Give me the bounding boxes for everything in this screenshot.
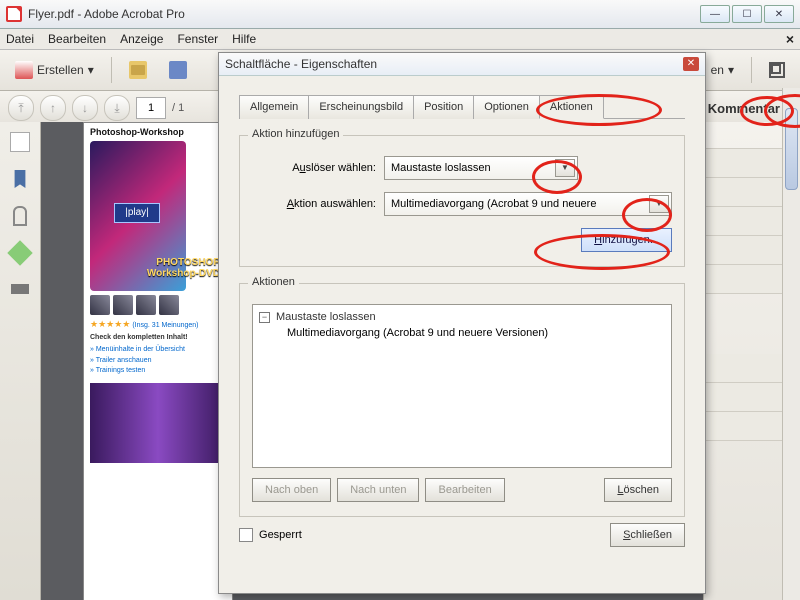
tab-options[interactable]: Optionen (473, 95, 540, 119)
layers-icon[interactable] (7, 240, 32, 265)
group-add-legend: Aktion hinzufügen (248, 128, 343, 140)
attachments-icon[interactable] (13, 206, 27, 226)
menu-view[interactable]: Anzeige (120, 32, 163, 46)
vertical-scrollbar[interactable] (782, 88, 800, 600)
dialog-close-button[interactable]: ✕ (683, 57, 699, 71)
lang-dropdown[interactable]: en ▾ (704, 55, 741, 85)
move-up-button[interactable]: Nach oben (252, 478, 331, 502)
page-down-button[interactable]: ↓ (72, 95, 98, 121)
action-select[interactable]: Multimediavorgang (Acrobat 9 und neuere … (384, 192, 672, 216)
scrollbar-thumb[interactable] (785, 108, 798, 190)
dialog-tabs: Allgemein Erscheinungsbild Position Opti… (239, 94, 685, 119)
trigger-select[interactable]: Maustaste loslassen ▼ (384, 156, 578, 180)
collapse-icon[interactable]: − (259, 312, 270, 323)
floppy-icon (169, 61, 187, 79)
save-button[interactable] (162, 55, 194, 85)
add-action-button[interactable]: Hinzufügen... (581, 228, 672, 252)
app-icon (6, 6, 22, 22)
edit-action-button[interactable]: Bearbeiten (425, 478, 504, 502)
chevron-down-icon: ▾ (88, 63, 94, 77)
minimize-button[interactable]: — (700, 5, 730, 23)
close-document-button[interactable]: × (786, 31, 794, 47)
menu-file[interactable]: Datei (6, 32, 34, 46)
thumbnails-icon[interactable] (10, 132, 30, 152)
play-button-graphic: |play| (114, 203, 160, 223)
menu-window[interactable]: Fenster (177, 32, 218, 46)
chevron-down-icon: ▼ (649, 195, 669, 213)
window-title: Flyer.pdf - Adobe Acrobat Pro (28, 7, 185, 21)
doc-link-1[interactable]: » Menüinhalte in der Übersicht (90, 345, 226, 356)
left-nav-rail (0, 122, 41, 600)
group-add-action: Aktion hinzufügen Auslöser wählen: Maust… (239, 135, 685, 267)
thumbnail-row (90, 295, 226, 315)
menubar: Datei Bearbeiten Anzeige Fenster Hilfe × (0, 29, 800, 50)
tab-position[interactable]: Position (413, 95, 474, 119)
locked-label: Gesperrt (259, 529, 302, 541)
doc-heading: Photoshop-Workshop (90, 127, 226, 137)
doc-link-3[interactable]: » Trainings testen (90, 366, 226, 377)
create-pdf-icon (15, 61, 33, 79)
move-down-button[interactable]: Nach unten (337, 478, 419, 502)
tab-general[interactable]: Allgemein (239, 95, 309, 119)
chevron-down-icon: ▼ (555, 159, 575, 177)
check-heading: Check den kompletten Inhalt! (90, 334, 226, 341)
chevron-down-icon: ▾ (728, 63, 734, 77)
dialog-titlebar: Schaltfläche - Eigenschaften ✕ (219, 53, 705, 76)
group-list-legend: Aktionen (248, 276, 299, 288)
delete-action-button[interactable]: Löschen (604, 478, 672, 502)
close-dialog-button[interactable]: Schließen (610, 523, 685, 547)
fullscreen-button[interactable] (762, 55, 792, 85)
star-rating: ★★★★★(Insg. 31 Meinungen) (90, 319, 226, 330)
tree-child-item[interactable]: Multimediavorgang (Acrobat 9 und neuere … (259, 327, 665, 339)
tab-appearance[interactable]: Erscheinungsbild (308, 95, 414, 119)
page-total-label: / 1 (172, 102, 184, 114)
page-up-button[interactable]: ↑ (40, 95, 66, 121)
tab-actions[interactable]: Aktionen (539, 95, 604, 119)
trigger-value: Maustaste loslassen (391, 162, 491, 174)
action-label: Aktion auswählen: (252, 198, 376, 210)
reviews-link[interactable]: (Insg. 31 Meinungen) (132, 322, 198, 329)
window-titlebar: Flyer.pdf - Adobe Acrobat Pro — ☐ ✕ (0, 0, 800, 29)
create-label: Erstellen (37, 63, 84, 77)
signatures-icon[interactable] (11, 284, 29, 294)
create-button[interactable]: Erstellen ▾ (8, 55, 101, 85)
dvd-cover-image: |play| PHOTOSHOPWorkshop-DVD (90, 141, 186, 291)
tab-comment[interactable]: Kommentar (695, 95, 792, 122)
dialog-title: Schaltfläche - Eigenschaften (225, 57, 377, 71)
locked-checkbox[interactable] (239, 528, 253, 542)
page-last-button[interactable]: ⤓ (104, 95, 130, 121)
menu-edit[interactable]: Bearbeiten (48, 32, 106, 46)
action-value: Multimediavorgang (Acrobat 9 und neuere (391, 198, 596, 210)
close-window-button[interactable]: ✕ (764, 5, 794, 23)
open-button[interactable] (122, 55, 154, 85)
doc-banner-image (90, 383, 226, 463)
tree-root-item[interactable]: −Maustaste loslassen (259, 311, 665, 323)
page-first-button[interactable]: ⤒ (8, 95, 34, 121)
actions-tree[interactable]: −Maustaste loslassen Multimediavorgang (… (252, 304, 672, 468)
bookmarks-icon[interactable] (11, 170, 29, 188)
fullscreen-icon (769, 62, 785, 78)
folder-open-icon (129, 61, 147, 79)
maximize-button[interactable]: ☐ (732, 5, 762, 23)
toolbar-separator (111, 57, 112, 83)
trigger-label: Auslöser wählen: (252, 162, 376, 174)
group-actions-list: Aktionen −Maustaste loslassen Multimedia… (239, 283, 685, 517)
page-number-input[interactable]: 1 (136, 97, 166, 119)
toolbar-separator (751, 57, 752, 83)
pdf-page: Photoshop-Workshop |play| PHOTOSHOPWorks… (83, 122, 233, 600)
menu-help[interactable]: Hilfe (232, 32, 256, 46)
doc-link-2[interactable]: » Trailer anschauen (90, 356, 226, 367)
button-properties-dialog: Schaltfläche - Eigenschaften ✕ Allgemein… (218, 52, 706, 594)
